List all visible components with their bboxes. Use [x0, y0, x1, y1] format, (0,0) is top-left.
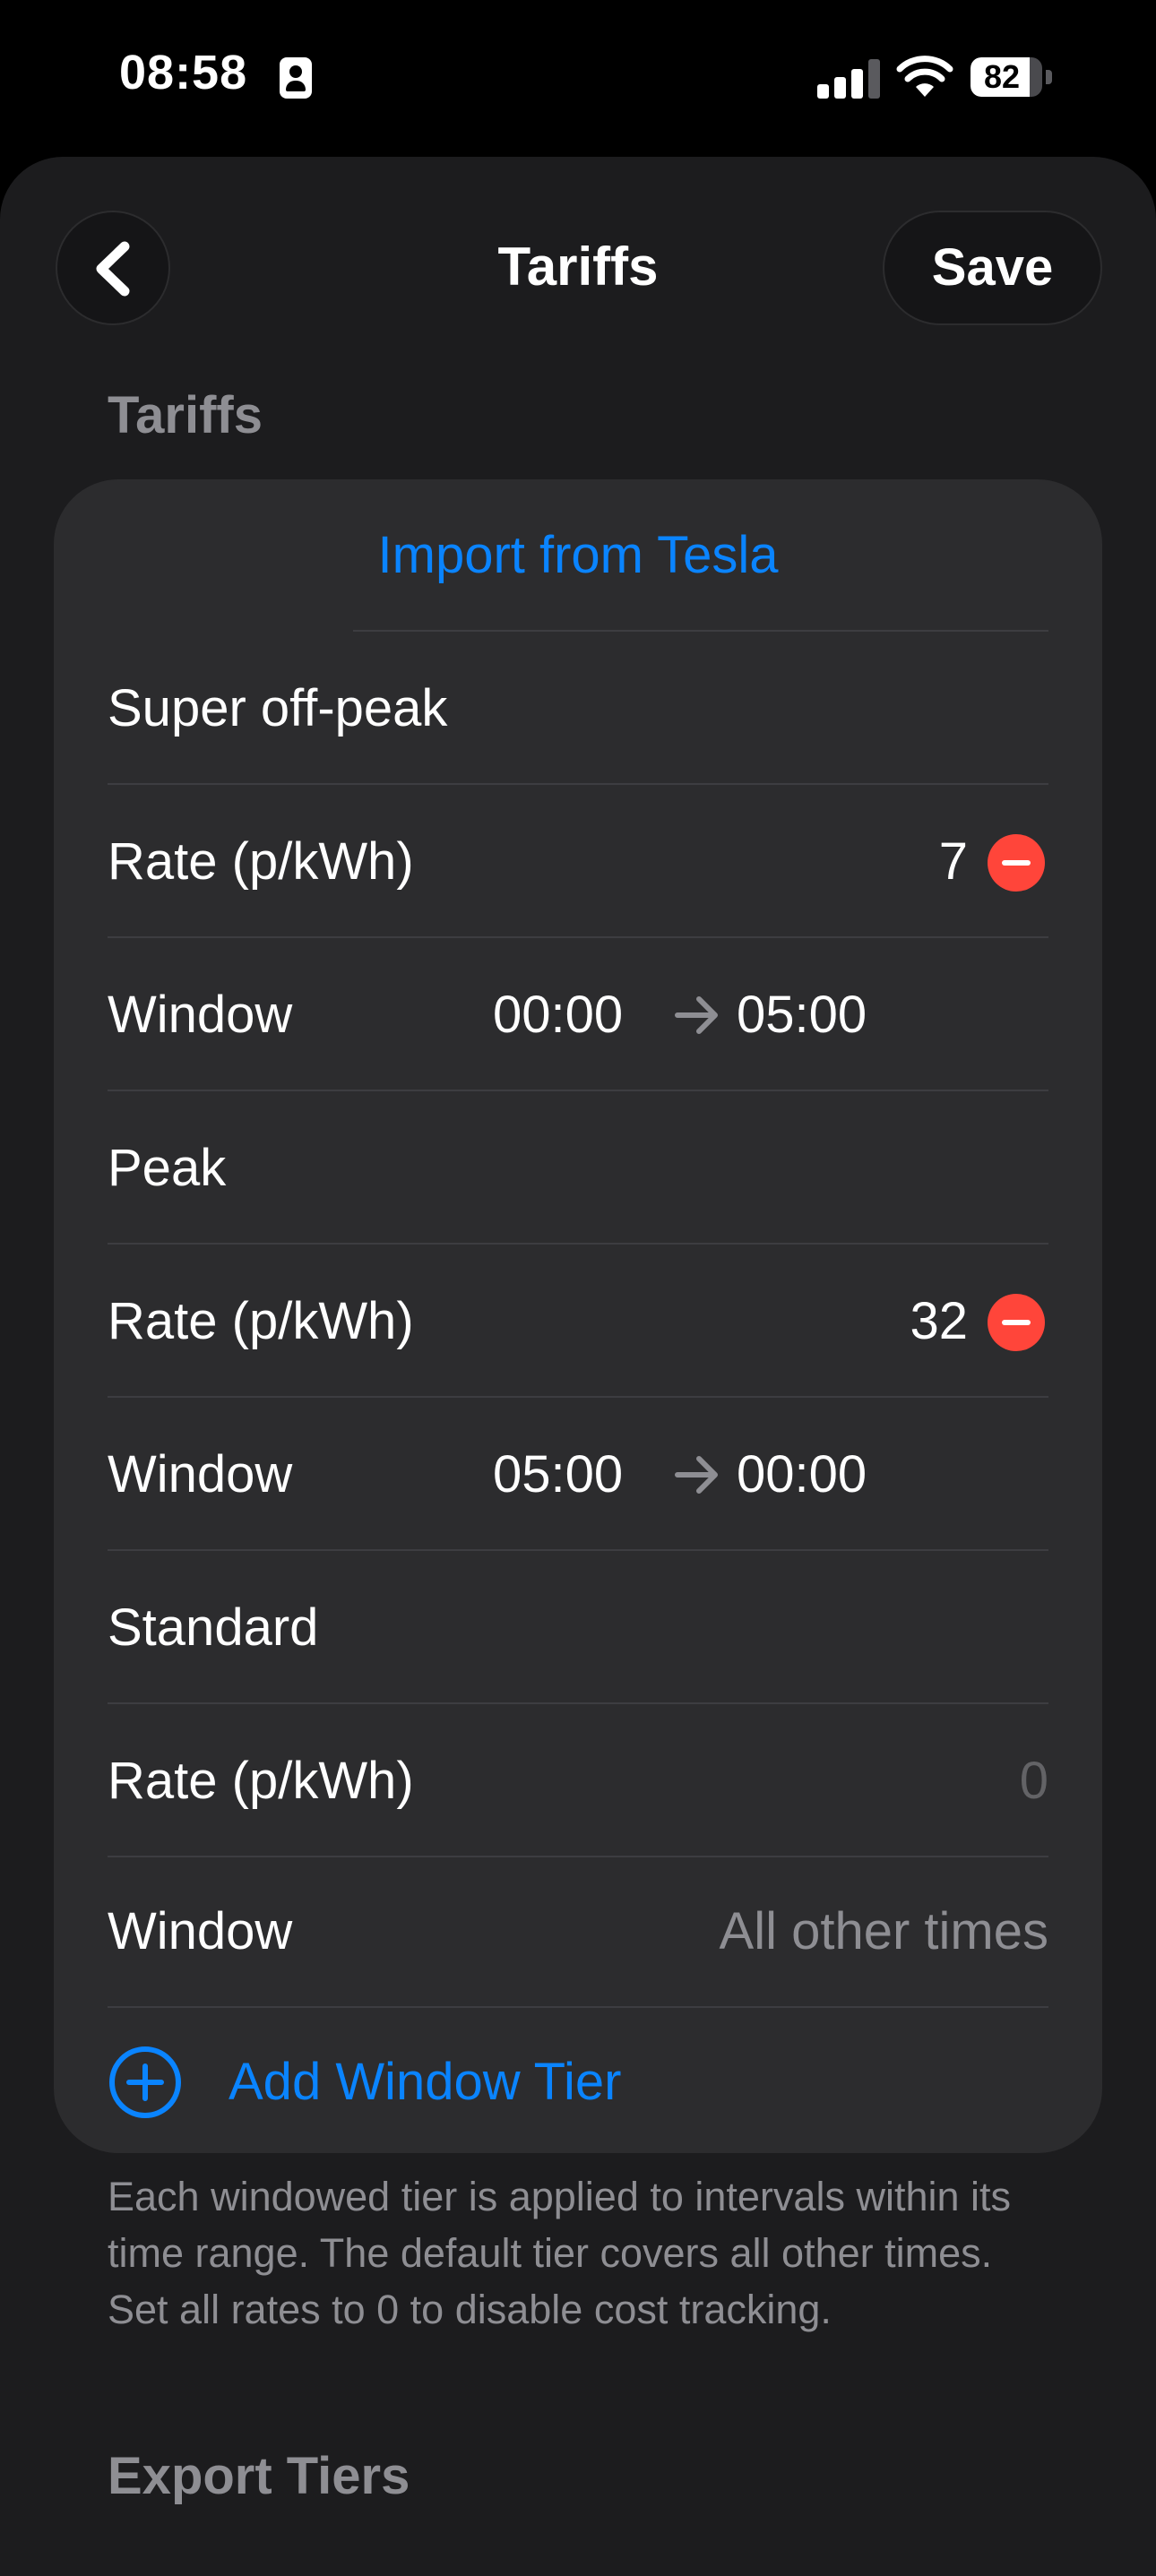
rate-row: Rate (p/kWh) 0 [54, 1705, 1102, 1857]
rate-input[interactable]: 0 [1020, 1705, 1048, 1857]
wifi-icon [896, 56, 953, 97]
person-badge-icon [280, 57, 312, 99]
divider [108, 1243, 1048, 1245]
window-default-value: All other times [719, 1902, 1048, 1960]
arrow-right-icon [675, 1456, 718, 1494]
window-start-time[interactable]: 00:00 [493, 939, 623, 1091]
rate-label: Rate (p/kWh) [108, 1292, 414, 1350]
window-row: Window All other times [54, 1856, 1102, 2008]
rate-row: Rate (p/kWh) 7 [54, 786, 1102, 938]
section-header-tariffs: Tariffs [108, 386, 263, 444]
tier-name-row[interactable]: Peak [54, 1092, 1102, 1245]
window-row: Window 05:00 00:00 [54, 1399, 1102, 1551]
import-from-tesla-button[interactable]: Import from Tesla [54, 479, 1102, 632]
rate-row: Rate (p/kWh) 32 [54, 1245, 1102, 1398]
window-start-time[interactable]: 05:00 [493, 1399, 623, 1551]
divider [108, 936, 1048, 938]
window-end-time[interactable]: 05:00 [737, 939, 867, 1091]
import-row: Import from Tesla [54, 479, 1102, 632]
battery-percent: 82 [983, 58, 1021, 95]
battery-nub [1046, 70, 1052, 84]
cellular-signal-icon [817, 59, 882, 99]
window-label: Window [108, 986, 293, 1044]
arrow-right-icon [675, 996, 718, 1034]
window-row: Window 00:00 05:00 [54, 939, 1102, 1091]
rate-input[interactable]: 32 [910, 1245, 968, 1398]
divider [108, 783, 1048, 785]
add-window-tier-button[interactable]: Add Window Tier [54, 2006, 1102, 2158]
status-bar: 08:58 82 [0, 0, 1156, 157]
tier-name: Peak [108, 1139, 227, 1197]
window-end-time[interactable]: 00:00 [737, 1399, 867, 1551]
rate-label: Rate (p/kWh) [108, 1752, 414, 1810]
remove-tier-button[interactable] [988, 834, 1045, 892]
tariffs-card: Import from Tesla Super off-peak Rate (p… [54, 479, 1102, 2153]
section-header-export-tiers: Export Tiers [108, 2447, 410, 2505]
rate-label: Rate (p/kWh) [108, 832, 414, 891]
divider [108, 1396, 1048, 1398]
remove-tier-button[interactable] [988, 1294, 1045, 1351]
window-label: Window [108, 1902, 293, 1960]
save-button[interactable]: Save [883, 211, 1102, 325]
tier-name: Standard [108, 1598, 319, 1657]
plus-circle-icon [109, 2046, 181, 2118]
divider [353, 630, 1048, 632]
tier-name: Super off-peak [108, 679, 448, 737]
tariffs-footnote: Each windowed tier is applied to interva… [108, 2174, 1011, 2332]
status-time: 08:58 [119, 46, 248, 99]
divider [108, 1702, 1048, 1704]
divider [108, 1549, 1048, 1551]
divider [108, 1090, 1048, 1091]
rate-input[interactable]: 7 [939, 786, 968, 938]
battery-icon: 82 [971, 57, 1042, 97]
tier-name-row[interactable]: Super off-peak [54, 633, 1102, 785]
window-label: Window [108, 1445, 293, 1503]
tariffs-sheet: Tariffs Save Tariffs Import from Tesla S… [0, 157, 1156, 2576]
add-window-tier-label: Add Window Tier [229, 2053, 622, 2111]
tier-name-row[interactable]: Standard [54, 1552, 1102, 1704]
